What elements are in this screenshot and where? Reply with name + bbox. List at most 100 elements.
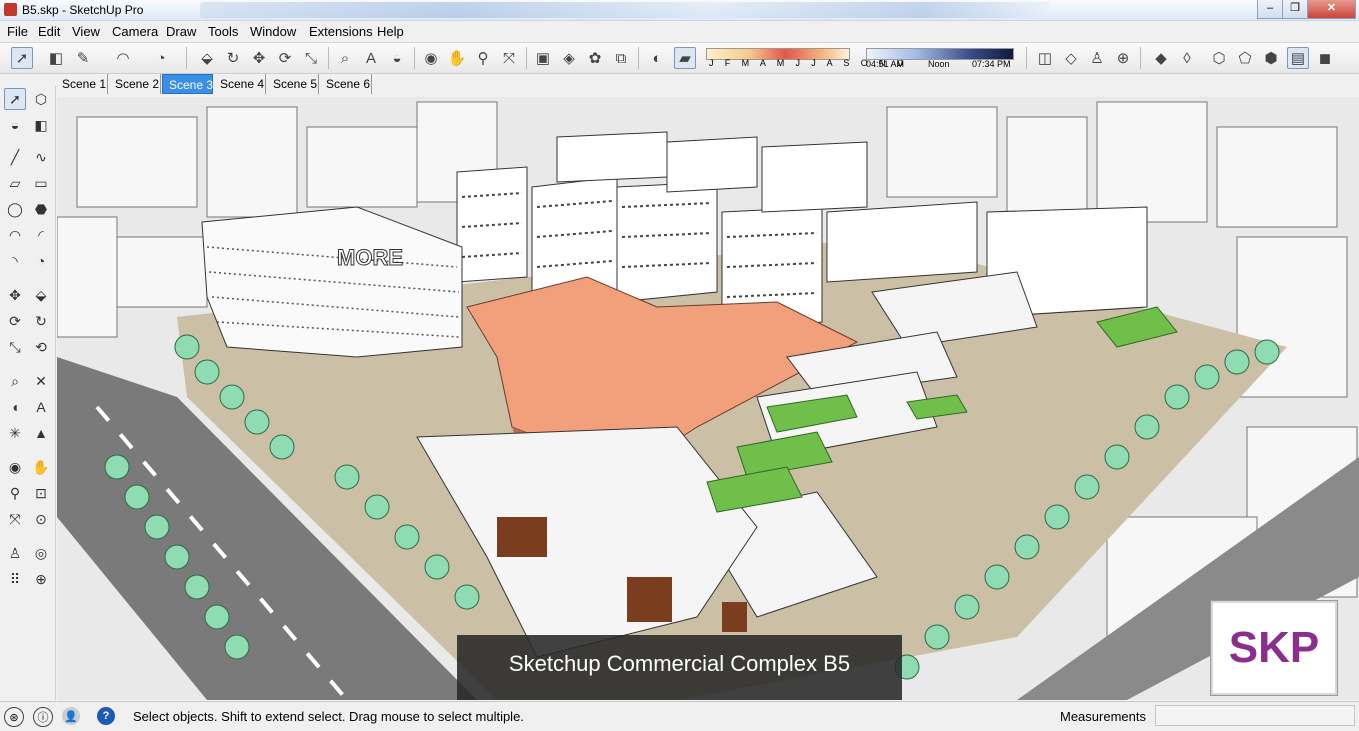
section-plane-icon[interactable]: ⊕ [30, 568, 52, 590]
tape-measure-icon[interactable]: ⌕ [334, 47, 356, 69]
wireframe-icon[interactable]: ⬡ [1208, 47, 1230, 69]
menu-tools[interactable]: Tools [208, 24, 238, 39]
pie-icon[interactable]: ◔ [30, 250, 52, 272]
orbit-icon[interactable]: ◉ [4, 456, 26, 478]
text-icon[interactable]: A [360, 47, 382, 69]
position-camera-icon[interactable]: ♙ [4, 542, 26, 564]
menu-view[interactable]: View [72, 24, 100, 39]
polygon-icon[interactable]: ⬣ [30, 198, 52, 220]
eraser-icon[interactable]: ◧ [30, 114, 52, 136]
title-bar: B5.skp - SketchUp Pro – ❐ ✕ [0, 0, 1359, 21]
zoom-extents-icon[interactable]: ⤧ [4, 508, 26, 530]
pencil-icon[interactable]: ✎ [72, 47, 94, 69]
menu-edit[interactable]: Edit [38, 24, 60, 39]
two-point-arc-icon[interactable]: ◜ [30, 224, 52, 246]
offset-icon[interactable]: ⟲ [30, 336, 52, 358]
minimize-button[interactable]: – [1257, 0, 1283, 19]
rectangle-icon[interactable]: ▱ [4, 172, 26, 194]
walk-icon[interactable]: ♙ [1086, 47, 1108, 69]
close-button[interactable]: ✕ [1307, 0, 1356, 19]
rotated-rectangle-icon[interactable]: ▭ [30, 172, 52, 194]
zoom-icon[interactable]: ⚲ [472, 47, 494, 69]
menu-extensions[interactable]: Extensions [309, 24, 373, 39]
protractor-icon[interactable]: ◖ [4, 396, 26, 418]
three-point-arc-icon[interactable]: ◝ [4, 250, 26, 272]
rotate-icon[interactable]: ⟳ [274, 47, 296, 69]
3d-text-icon[interactable]: ▲ [30, 422, 52, 444]
hidden-line-icon[interactable]: ⬠ [1234, 47, 1256, 69]
line-icon[interactable]: ╱ [4, 146, 26, 168]
move-icon[interactable]: ✥ [4, 284, 26, 306]
circle-icon[interactable]: ◔ [150, 47, 172, 69]
text-icon[interactable]: A [30, 396, 52, 418]
model-viewport[interactable]: MORE Sketchup Commercial Complex B5 SKP [57, 97, 1359, 700]
select-tool-icon[interactable]: ➚ [11, 47, 33, 69]
previous-view-icon[interactable]: ⊙ [30, 508, 52, 530]
skp-logo-badge: SKP [1211, 601, 1337, 695]
menu-camera[interactable]: Camera [112, 24, 158, 39]
monochrome-icon[interactable]: ◼ [1314, 47, 1336, 69]
move-icon[interactable]: ✥ [248, 47, 270, 69]
display-shadows-icon[interactable]: ▰ [674, 47, 696, 69]
maximize-button[interactable]: ❐ [1282, 0, 1308, 19]
tape-measure-icon[interactable]: ⌕ [4, 370, 26, 392]
zoom-extents-icon[interactable]: ⤧ [498, 47, 520, 69]
xray-icon[interactable]: ◆ [1150, 47, 1172, 69]
extension-warehouse-icon[interactable]: ✿ [584, 47, 606, 69]
menu-draw[interactable]: Draw [166, 24, 196, 39]
window-title: B5.skp - SketchUp Pro [22, 3, 144, 17]
follow-me-icon[interactable]: ↻ [222, 47, 244, 69]
share-model-icon[interactable]: ◈ [558, 47, 580, 69]
measurements-input[interactable] [1155, 705, 1355, 726]
shaded-icon[interactable]: ⬢ [1260, 47, 1282, 69]
shaded-textures-icon[interactable]: ▤ [1287, 47, 1309, 69]
arc-icon[interactable]: ◠ [112, 47, 134, 69]
tab-scene-2[interactable]: Scene 2 [109, 74, 161, 94]
follow-me-icon[interactable]: ↻ [30, 310, 52, 332]
tab-scene-4[interactable]: Scene 4 [214, 74, 266, 94]
scale-icon[interactable]: ⤡ [4, 336, 26, 358]
time-noon-label: Noon [928, 59, 950, 69]
paint-bucket-icon[interactable]: ◒ [4, 114, 26, 136]
eraser-icon[interactable]: ◧ [45, 47, 67, 69]
make-component-icon[interactable]: ⬡ [30, 88, 52, 110]
walk-icon[interactable]: ⠿ [4, 568, 26, 590]
freehand-icon[interactable]: ∿ [30, 146, 52, 168]
tab-scene-6[interactable]: Scene 6 [320, 74, 372, 94]
menu-window[interactable]: Window [250, 24, 296, 39]
pan-icon[interactable]: ✋ [30, 456, 52, 478]
axes-icon[interactable]: ✳ [4, 422, 26, 444]
geo-location-icon[interactable]: ⊕ [1112, 47, 1134, 69]
push-pull-icon[interactable]: ⬙ [196, 47, 218, 69]
arc-icon[interactable]: ◠ [4, 224, 26, 246]
large-tool-set: ➚ ⬡ ◒ ◧ ╱ ∿ ▱ ▭ ◯ ⬣ ◠ ◜ ◝ ◔ ✥ ⬙ ⟳ ↻ ⤡ ⟲ … [0, 86, 56, 700]
menu-file[interactable]: File [7, 24, 28, 39]
dimension-icon[interactable]: ✕ [30, 370, 52, 392]
scale-icon[interactable]: ⤡ [300, 47, 322, 69]
look-around-icon[interactable]: ◎ [30, 542, 52, 564]
zoom-icon[interactable]: ⚲ [4, 482, 26, 504]
circle-icon[interactable]: ◯ [4, 198, 26, 220]
back-edges-icon[interactable]: ◊ [1176, 47, 1198, 69]
hide-section-icon[interactable]: ◇ [1060, 47, 1082, 69]
help-icon[interactable]: ? [97, 707, 115, 725]
shadow-settings-icon[interactable]: ◐ [646, 47, 668, 69]
tab-scene-1[interactable]: Scene 1 [56, 74, 108, 94]
section-plane-icon[interactable]: ◫ [1034, 47, 1056, 69]
warehouse-icon[interactable]: ▣ [532, 47, 554, 69]
credits-icon[interactable]: ⓘ [33, 707, 53, 727]
tab-scene-5[interactable]: Scene 5 [267, 74, 319, 94]
select-icon[interactable]: ➚ [4, 88, 26, 110]
rotate-icon[interactable]: ⟳ [4, 310, 26, 332]
sketchup-app-icon [4, 3, 17, 16]
layout-send-icon[interactable]: ⧉ [610, 47, 632, 69]
zoom-window-icon[interactable]: ⊡ [30, 482, 52, 504]
geolocation-icon[interactable]: ⊛ [4, 707, 24, 727]
push-pull-icon[interactable]: ⬙ [30, 284, 52, 306]
orbit-icon[interactable]: ◉ [420, 47, 442, 69]
user-account-icon[interactable]: 👤 [62, 707, 80, 725]
paint-bucket-icon[interactable]: ◒ [386, 47, 408, 69]
tab-scene-3[interactable]: Scene 3 [162, 74, 213, 94]
menu-help[interactable]: Help [377, 24, 404, 39]
pan-icon[interactable]: ✋ [446, 47, 468, 69]
